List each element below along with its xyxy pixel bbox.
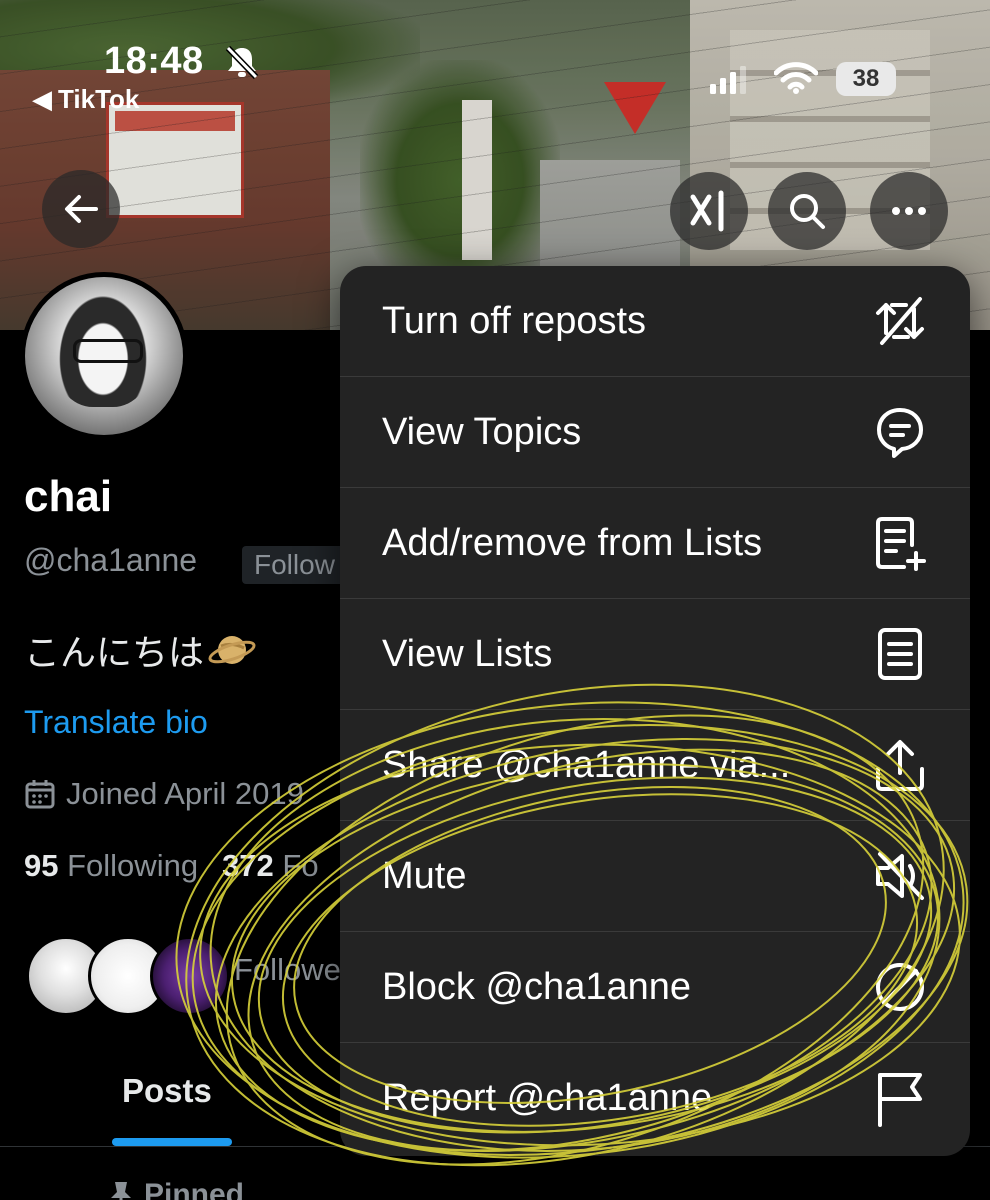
followed-by-avatars[interactable]: [26, 936, 230, 1016]
wifi-icon: [774, 62, 818, 94]
search-button[interactable]: [768, 172, 846, 250]
joined-date: Joined April 2019: [24, 776, 304, 812]
arrow-left-icon: [65, 195, 98, 223]
menu-item-add-remove-lists[interactable]: Add/remove from Lists: [340, 488, 970, 599]
pinned-text: Pinned: [144, 1178, 245, 1200]
menu-item-label: Block @cha1anne: [382, 965, 691, 1008]
follows-you-badge: Follow: [242, 546, 347, 584]
back-to-app-link[interactable]: ◀ TikTok: [32, 84, 139, 115]
grok-icon: [690, 190, 724, 232]
menu-item-report[interactable]: Report @cha1anne: [340, 1043, 970, 1154]
pin-icon: [111, 1182, 131, 1200]
block-icon: [876, 963, 924, 1011]
menu-item-turn-off-reposts[interactable]: Turn off reposts: [340, 266, 970, 377]
menu-item-mute[interactable]: Mute: [340, 821, 970, 932]
profile-handle: @cha1anne: [24, 542, 198, 578]
status-time: 18:48: [104, 40, 204, 82]
follower-avatar: [150, 936, 230, 1016]
menu-item-label: Turn off reposts: [382, 299, 647, 342]
menu-item-label: Add/remove from Lists: [382, 521, 763, 564]
translate-bio-link[interactable]: Translate bio: [24, 704, 208, 741]
following-count: 95: [24, 848, 59, 883]
search-icon: [790, 194, 825, 229]
joined-text: Joined April 2019: [66, 776, 304, 811]
following-label: Following: [67, 848, 199, 883]
more-dots-icon: [892, 207, 926, 215]
back-button[interactable]: [42, 170, 120, 248]
lists-icon: [878, 628, 922, 680]
menu-item-label: Share @cha1anne via...: [382, 743, 791, 786]
flag-icon: [878, 1072, 922, 1127]
menu-item-share[interactable]: Share @cha1anne via...: [340, 710, 970, 821]
followers-link[interactable]: 372 Fo: [222, 848, 319, 883]
profile-avatar[interactable]: [20, 272, 188, 440]
mute-icon: [876, 852, 924, 900]
ringed-planet-icon: [208, 636, 256, 664]
battery-indicator: 38: [836, 62, 896, 96]
menu-item-label: View Lists: [382, 632, 553, 675]
following-link[interactable]: 95 Following: [24, 848, 198, 883]
menu-item-view-lists[interactable]: View Lists: [340, 599, 970, 710]
bio-text: こんにちは: [24, 632, 205, 673]
followers-count: 372: [222, 848, 274, 883]
active-tab-indicator: [112, 1138, 232, 1146]
more-options-button[interactable]: [870, 172, 948, 250]
profile-bio: こんにちは: [24, 624, 256, 676]
profile-options-menu: Turn off reposts View Topics Add/remove …: [340, 266, 970, 1156]
followed-by-text[interactable]: Followe: [234, 952, 341, 988]
followers-label: Fo: [282, 848, 319, 883]
repost-off-icon: [876, 297, 924, 345]
avatar-image: [25, 277, 183, 435]
grok-button[interactable]: [670, 172, 748, 250]
menu-item-label: Mute: [382, 854, 467, 897]
signal-icon: [710, 66, 746, 94]
calendar-icon: [25, 780, 55, 809]
follow-counts: 95 Following 372 Fo: [24, 848, 319, 884]
pinned-label: Pinned: [108, 1178, 244, 1200]
menu-item-label: Report @cha1anne: [382, 1077, 713, 1119]
menu-item-view-topics[interactable]: View Topics: [340, 377, 970, 488]
topics-icon: [877, 408, 923, 458]
display-name: chai: [24, 472, 113, 521]
menu-item-label: View Topics: [382, 410, 582, 453]
share-icon: [876, 740, 924, 791]
back-triangle-icon: ◀: [32, 84, 52, 114]
tab-posts[interactable]: Posts: [122, 1072, 212, 1110]
list-add-icon: [876, 517, 926, 571]
back-app-label: TikTok: [58, 84, 140, 114]
bell-muted-icon: [225, 45, 259, 80]
menu-item-block[interactable]: Block @cha1anne: [340, 932, 970, 1043]
